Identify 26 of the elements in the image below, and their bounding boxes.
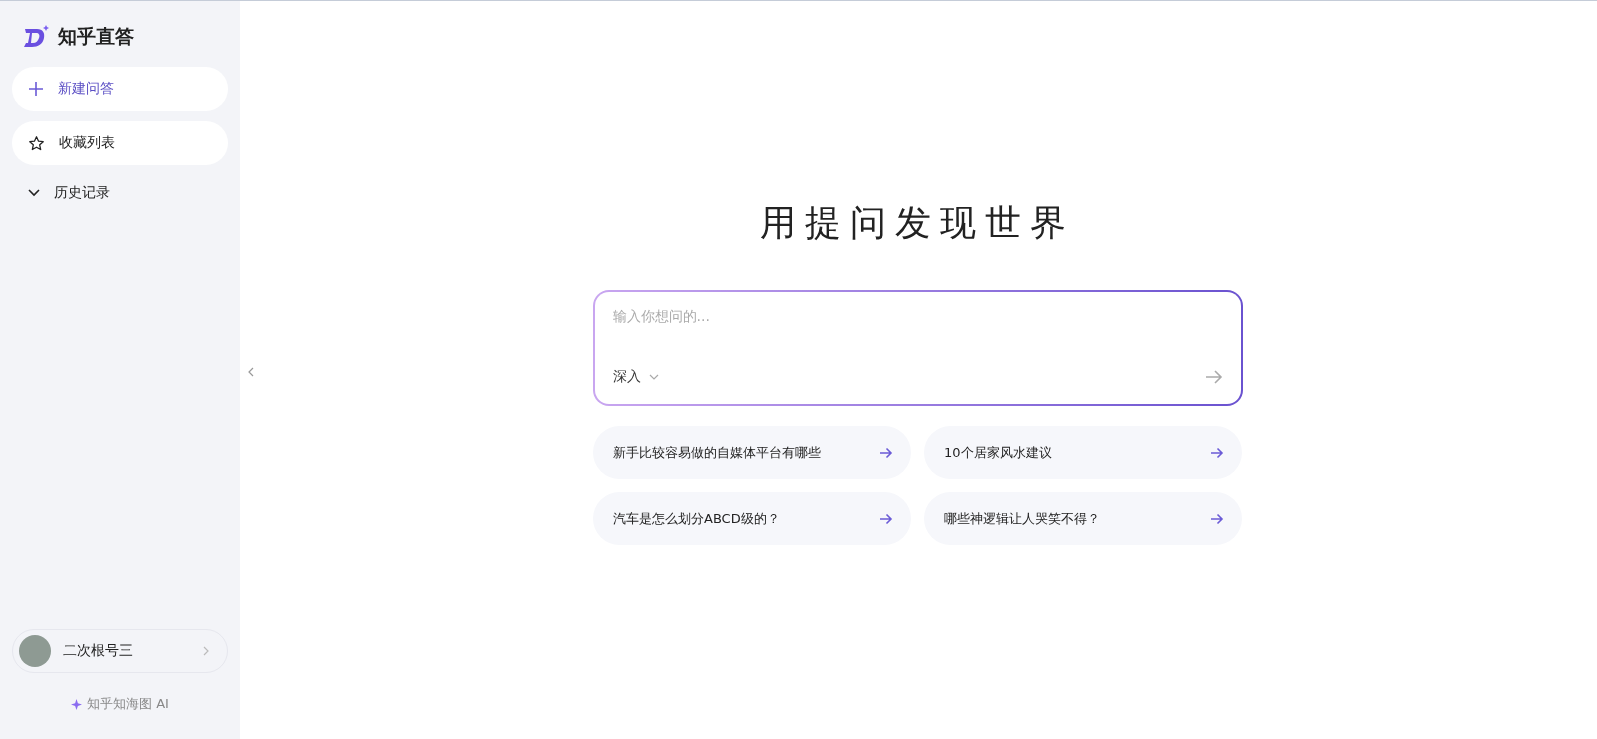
- question-input-field[interactable]: 输入你想问的... 深入: [592, 290, 1243, 406]
- send-arrow-icon[interactable]: [1204, 370, 1223, 384]
- arrow-right-icon: [1210, 512, 1224, 525]
- logo-icon: [22, 25, 50, 49]
- new-question-button[interactable]: 新建问答: [12, 67, 228, 111]
- suggestion-button[interactable]: 哪些神逻辑让人哭笑不得？: [924, 492, 1242, 545]
- suggestion-button[interactable]: 10个居家风水建议: [924, 426, 1242, 479]
- avatar: [19, 635, 51, 667]
- suggestion-button[interactable]: 新手比较容易做的自媒体平台有哪些: [593, 426, 911, 479]
- plus-icon: [28, 81, 44, 97]
- suggestion-button[interactable]: 汽车是怎么划分ABCD级的？: [593, 492, 911, 545]
- mode-dropdown[interactable]: 深入: [612, 368, 659, 386]
- sparkle-icon: [71, 698, 83, 710]
- chevron-down-icon: [648, 374, 659, 380]
- history-section-toggle[interactable]: 历史记录: [12, 175, 228, 211]
- chevron-down-icon: [28, 189, 40, 197]
- footer-text: 知乎知海图 AI: [87, 695, 169, 713]
- arrow-right-icon: [1210, 446, 1224, 459]
- favorites-button[interactable]: 收藏列表: [12, 121, 228, 165]
- chevron-left-icon: [248, 367, 254, 377]
- chevron-right-icon: [203, 646, 209, 656]
- star-icon: [28, 134, 45, 152]
- arrow-right-icon: [879, 512, 893, 525]
- app-title: 知乎直答: [58, 24, 134, 49]
- headline: 用提问发现世界: [760, 201, 1075, 245]
- arrow-right-icon: [879, 446, 893, 459]
